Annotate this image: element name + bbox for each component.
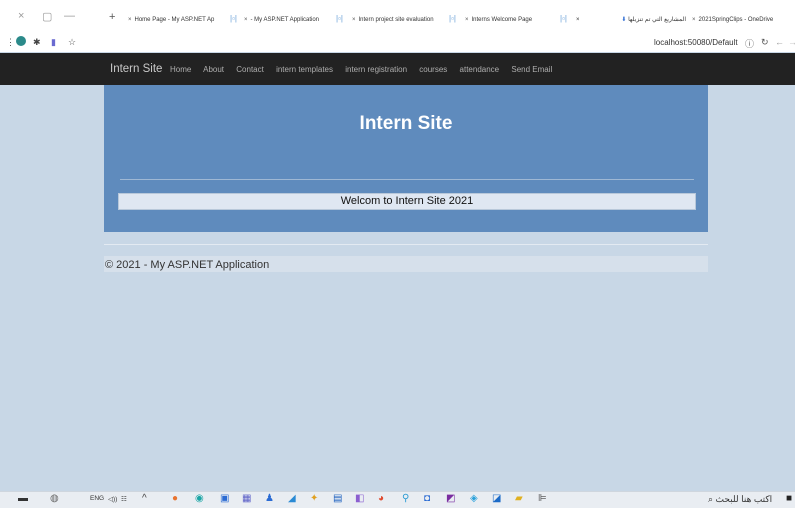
mail-icon[interactable]: ▤: [333, 493, 342, 504]
nav-links: Home About Contact intern templates inte…: [170, 65, 562, 74]
download-icon: ⬇: [621, 17, 627, 23]
store-icon[interactable]: ✦: [310, 493, 318, 504]
minimize-window-icon[interactable]: —: [64, 10, 75, 22]
nav-link-send-email[interactable]: Send Email: [511, 65, 552, 74]
menu-icon[interactable]: ⋮: [6, 37, 15, 48]
search-placeholder: اكتب هنا للبحث: [715, 494, 773, 504]
reading-list-icon[interactable]: ▮: [51, 37, 56, 48]
footer-text: © 2021 - My ASP.NET Application: [105, 259, 270, 271]
tab-icon: |▫|: [560, 14, 567, 23]
nav-link-intern-registration[interactable]: intern registration: [345, 65, 407, 74]
volume-icon[interactable]: ◁)): [108, 495, 117, 503]
language-indicator[interactable]: ENG: [90, 495, 104, 502]
tab-icon: |▫|: [336, 14, 343, 23]
browser-toolbar: ⋮ ✱ ▮ ☆ localhost:50080/Default ⓘ ↻ ← →: [0, 34, 795, 52]
tab-icon: |▫|: [449, 14, 456, 23]
footer-divider: [104, 244, 708, 245]
taskbar-search[interactable]: ⌕ اكتب هنا للبحث: [708, 494, 772, 505]
nav-link-about[interactable]: About: [203, 65, 224, 74]
profile-icon[interactable]: [16, 36, 26, 46]
camera-icon[interactable]: ◘: [424, 493, 430, 504]
close-tab-icon[interactable]: ×: [692, 17, 696, 23]
site-info-icon[interactable]: ⓘ: [745, 37, 754, 50]
tab-home-page[interactable]: × Home Page - My ASP.NET Ap: [128, 14, 228, 26]
tab-icon: |▫|: [230, 14, 237, 23]
navbar-brand[interactable]: Intern Site: [110, 63, 162, 75]
firefox-icon[interactable]: ●: [172, 493, 178, 504]
edge-icon[interactable]: ◢: [288, 493, 296, 504]
onenote-icon[interactable]: ◩: [446, 493, 455, 504]
maximize-window-icon[interactable]: ▢: [42, 10, 52, 23]
tab-interns-welcome[interactable]: × Interns Welcome Page: [465, 14, 555, 26]
browser-tab-bar: × ▢ — + × Home Page - My ASP.NET Ap |▫| ×…: [0, 0, 795, 35]
reload-icon[interactable]: ↻: [761, 37, 769, 48]
outlook-icon[interactable]: ◪: [492, 493, 501, 504]
wifi-icon[interactable]: ☷: [121, 495, 127, 503]
people-icon[interactable]: ♟: [265, 493, 274, 504]
tab-onedrive[interactable]: × 2021SpringClips - OneDrive: [692, 14, 792, 26]
address-bar[interactable]: localhost:50080/Default: [654, 38, 738, 47]
teams-icon[interactable]: ▦: [242, 493, 251, 504]
extensions-icon[interactable]: ✱: [33, 37, 41, 48]
telegram-icon[interactable]: ◈: [470, 493, 478, 504]
taskview-icon[interactable]: ⊫: [538, 493, 547, 504]
close-tab-icon[interactable]: ×: [352, 17, 356, 23]
tray-chevron-icon[interactable]: ^: [142, 493, 147, 504]
explorer-icon[interactable]: ▰: [515, 493, 523, 504]
windows-taskbar: ■ ⌕ اكتب هنا للبحث ▬ ◍ ENG ◁)) ☷ ^ ● ◉ ▣…: [0, 491, 795, 508]
nav-link-contact[interactable]: Contact: [236, 65, 264, 74]
close-tab-icon[interactable]: ×: [576, 14, 586, 26]
nav-link-intern-templates[interactable]: intern templates: [276, 65, 333, 74]
start-icon[interactable]: ■: [786, 493, 792, 504]
close-tab-icon[interactable]: ×: [465, 17, 469, 23]
close-window-icon[interactable]: ×: [18, 10, 24, 22]
divider: [120, 179, 694, 180]
nav-link-home[interactable]: Home: [170, 65, 191, 74]
welcome-banner: Welcom to Intern Site 2021: [118, 193, 696, 210]
nav-link-courses[interactable]: courses: [419, 65, 447, 74]
files-icon[interactable]: ▣: [220, 493, 229, 504]
star-icon[interactable]: ☆: [68, 37, 76, 48]
tab-downloads[interactable]: ⬇ المشاريع التي تم تنزيلها: [596, 14, 686, 26]
jumbotron: Intern Site Welcom to Intern Site 2021: [104, 85, 708, 232]
forward-icon[interactable]: →: [788, 37, 795, 47]
settings-icon[interactable]: ◉: [195, 493, 204, 504]
close-tab-icon[interactable]: ×: [128, 17, 132, 23]
chrome-icon[interactable]: ◕: [378, 493, 384, 504]
close-tab-icon[interactable]: ×: [244, 17, 248, 23]
page-title: Intern Site: [359, 113, 453, 134]
desktop-icon[interactable]: ▬: [18, 493, 28, 504]
vs-icon[interactable]: ◧: [355, 493, 364, 504]
network-icon[interactable]: ◍: [50, 493, 59, 504]
nav-link-attendance[interactable]: attendance: [460, 65, 500, 74]
tab-intern-evaluation[interactable]: × Intern project site evaluation: [352, 14, 447, 26]
new-tab-button[interactable]: +: [109, 11, 115, 23]
search-app-icon[interactable]: ⚲: [402, 493, 409, 504]
site-navbar: Intern Site Home About Contact intern te…: [0, 53, 795, 85]
back-icon[interactable]: ←: [775, 37, 784, 47]
tab-asp-net-app[interactable]: × - My ASP.NET Application: [244, 14, 334, 26]
